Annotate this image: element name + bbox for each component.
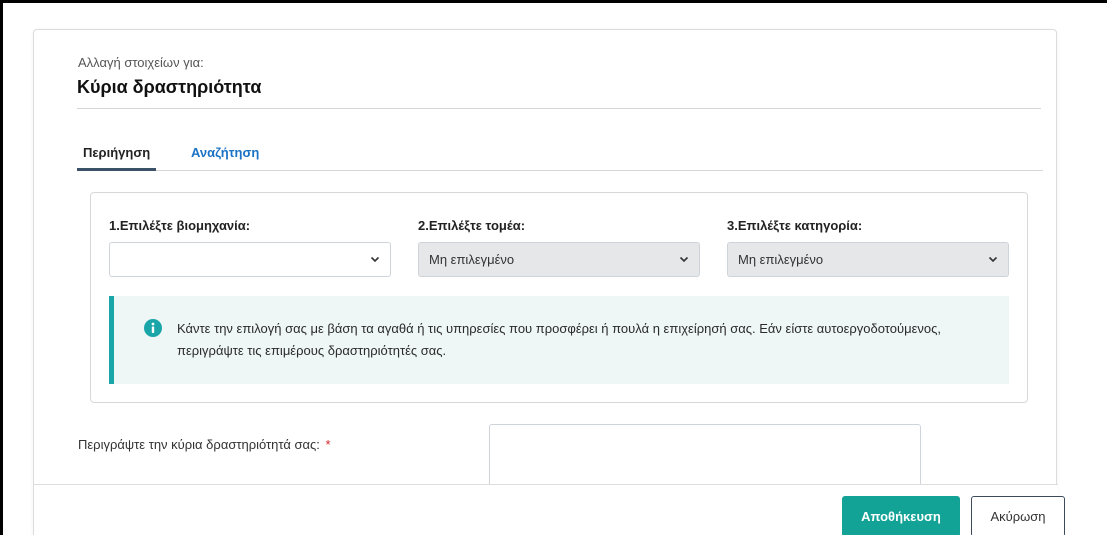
tab-bar: Περιήγηση Αναζήτηση <box>77 140 1043 171</box>
sector-label: 2.Επιλέξτε τομέα: <box>418 218 526 233</box>
title-divider <box>77 108 1041 109</box>
page-eyebrow: Αλλαγή στοιχείων για: <box>78 55 204 70</box>
required-marker: * <box>325 437 331 452</box>
info-alert: Κάντε την επιλογή σας με βάση τα αγαθά ή… <box>109 296 1009 384</box>
chevron-down-icon <box>679 256 689 263</box>
page-title: Κύρια δραστηριότητα <box>77 77 262 97</box>
category-label: 3.Επιλέξτε κατηγορία: <box>727 218 863 233</box>
description-label-text: Περιγράψτε την κύρια δραστηριότητά σας: <box>78 437 320 452</box>
sector-select-value: Μη επιλεγμένο <box>429 252 515 267</box>
info-circle-icon <box>144 319 162 337</box>
category-select[interactable]: Μη επιλεγμένο <box>727 242 1009 277</box>
industry-label: 1.Επιλέξτε βιομηχανία: <box>109 218 251 233</box>
sector-field-group: 2.Επιλέξτε τομέα: Μη επιλεγμένο <box>418 218 700 277</box>
category-select-value: Μη επιλεγμένο <box>738 252 824 267</box>
info-alert-text: Κάντε την επιλογή σας με βάση τα αγαθά ή… <box>177 321 941 358</box>
description-label: Περιγράψτε την κύρια δραστηριότητά σας: … <box>78 437 331 452</box>
tab-search[interactable]: Αναζήτηση <box>185 140 265 171</box>
save-button[interactable]: Αποθήκευση <box>842 496 960 535</box>
chevron-down-icon <box>370 256 380 263</box>
sector-select[interactable]: Μη επιλεγμένο <box>418 242 700 277</box>
industry-field-group: 1.Επιλέξτε βιομηχανία: <box>109 218 391 277</box>
edit-activity-card: Αλλαγή στοιχείων για: Κύρια δραστηριότητ… <box>33 29 1065 535</box>
window-frame-left <box>0 0 3 535</box>
form-footer: Αποθήκευση Ακύρωση <box>34 484 1065 535</box>
chevron-down-icon <box>988 256 998 263</box>
tab-browse[interactable]: Περιήγηση <box>77 140 157 171</box>
category-selection-panel: 1.Επιλέξτε βιομηχανία: 2.Επιλέξτε τομέα:… <box>90 192 1028 403</box>
window-frame-top <box>0 0 1107 3</box>
industry-select[interactable] <box>109 242 391 277</box>
category-field-group: 3.Επιλέξτε κατηγορία: Μη επιλεγμένο <box>727 218 1009 277</box>
cancel-button[interactable]: Ακύρωση <box>971 496 1065 535</box>
